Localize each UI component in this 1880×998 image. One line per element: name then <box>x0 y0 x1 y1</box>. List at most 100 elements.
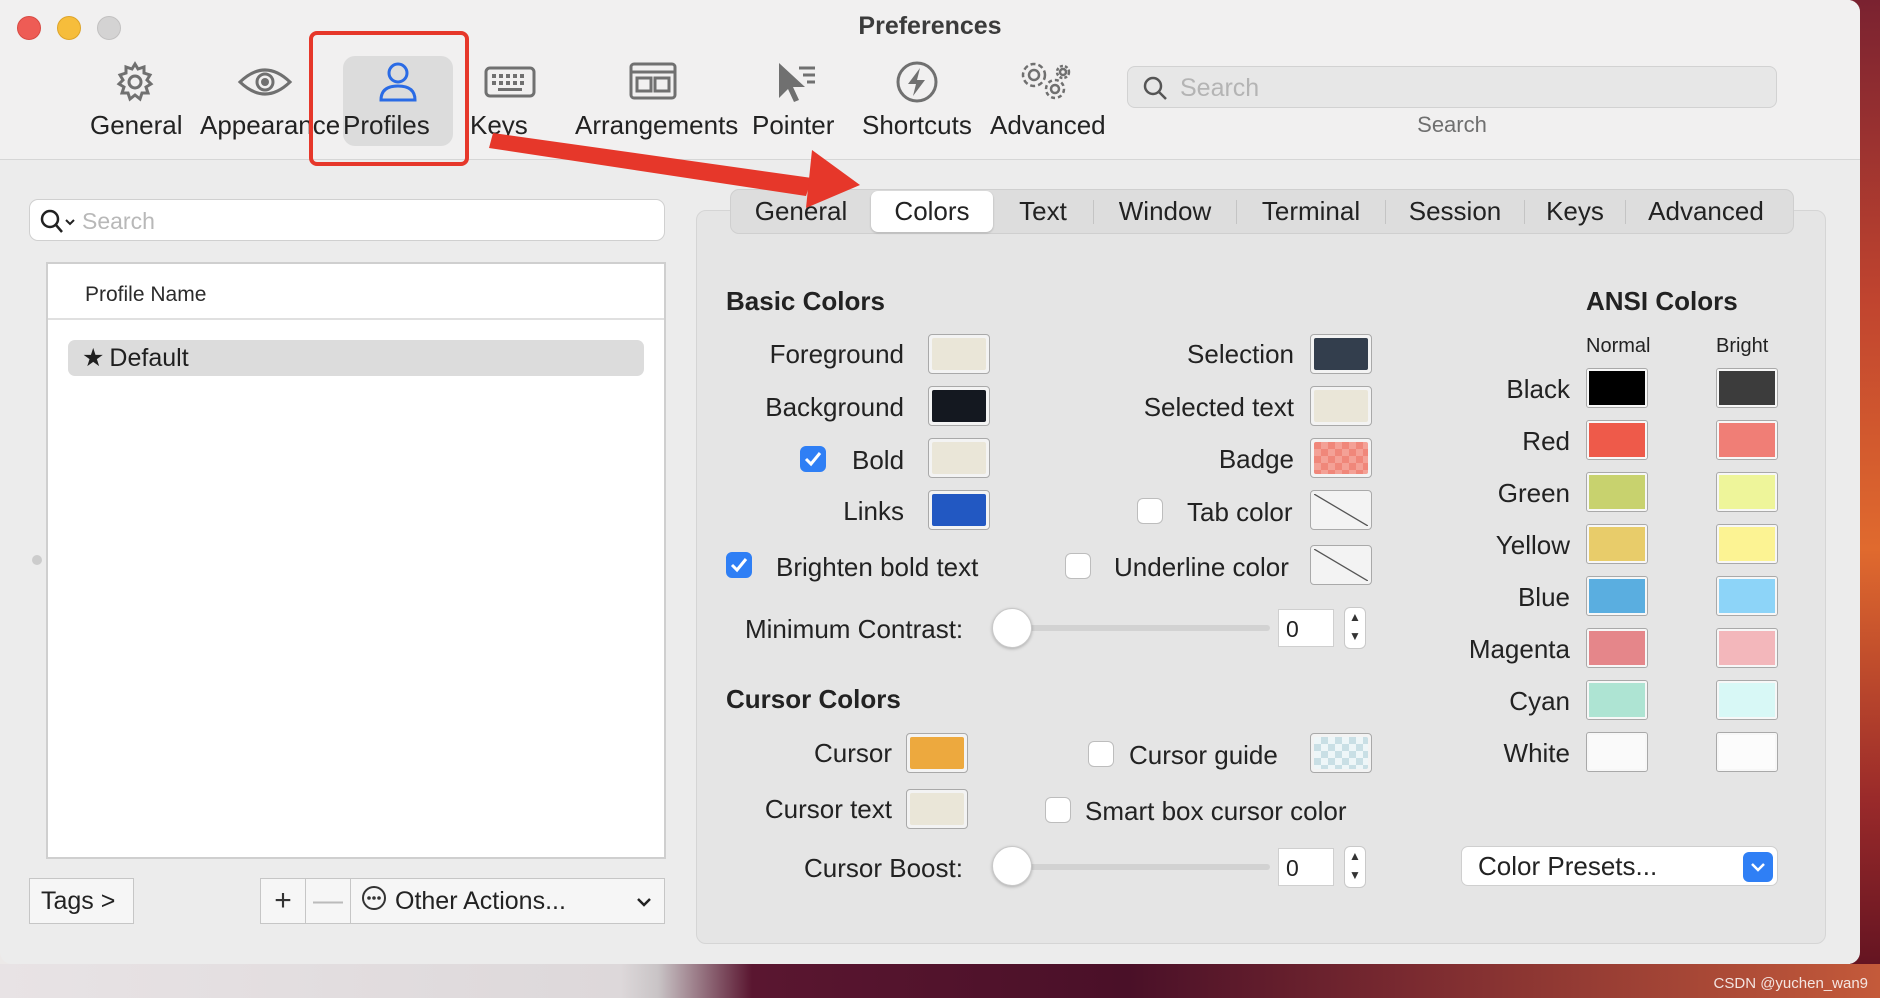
tab-text[interactable]: Text <box>993 191 1093 232</box>
checkmark-icon <box>804 452 822 467</box>
toolbar-label: Pointer <box>752 110 835 140</box>
links-label: Links <box>843 496 904 526</box>
ansi-magenta-label: Magenta <box>1468 634 1570 664</box>
ansi-red-label: Red <box>1522 426 1570 456</box>
profile-row-default[interactable]: ★ Default <box>68 340 644 376</box>
links-color-well[interactable] <box>928 490 990 530</box>
chevron-down-icon <box>636 890 652 913</box>
tags-button[interactable]: Tags > <box>29 878 134 924</box>
gear-icon <box>90 56 180 108</box>
other-actions-button[interactable]: Other Actions... <box>351 879 664 923</box>
cursor-boost-label: Cursor Boost: <box>804 853 963 883</box>
ansi-blue-normal-well[interactable] <box>1586 576 1648 616</box>
toolbar-label: Keys <box>470 110 528 140</box>
tab-color-checkbox[interactable] <box>1137 498 1163 524</box>
color-presets-label: Color Presets... <box>1478 851 1658 881</box>
add-profile-button[interactable]: + <box>261 879 306 923</box>
toolbar: Preferences General Appearance Profiles … <box>0 0 1860 160</box>
tab-advanced[interactable]: Advanced <box>1626 191 1786 232</box>
ansi-blue-label: Blue <box>1517 582 1570 612</box>
tab-window[interactable]: Window <box>1094 191 1236 232</box>
ansi-yellow-normal-well[interactable] <box>1586 524 1648 564</box>
toolbar-arrangements[interactable]: Arrangements <box>575 56 738 146</box>
selected-text-color-well[interactable] <box>1310 386 1372 426</box>
brighten-bold-label: Brighten bold text <box>776 552 979 582</box>
bold-color-well[interactable] <box>928 438 990 478</box>
ansi-bright-header: Bright <box>1716 335 1769 357</box>
ansi-red-normal-well[interactable] <box>1586 420 1648 460</box>
toolbar-search-field[interactable] <box>1127 66 1777 108</box>
watermark: CSDN @yuchen_wan9 <box>1713 975 1868 992</box>
tab-color-well[interactable] <box>1310 490 1372 530</box>
ansi-blue-bright-well[interactable] <box>1716 576 1778 616</box>
smart-box-cursor-label: Smart box cursor color <box>1085 796 1347 826</box>
toolbar-label: Arrangements <box>575 110 739 140</box>
ansi-green-bright-well[interactable] <box>1716 472 1778 512</box>
toolbar-shortcuts[interactable]: Shortcuts <box>862 56 972 146</box>
minimum-contrast-track[interactable] <box>1010 625 1270 631</box>
cursor-text-label: Cursor text <box>764 794 892 824</box>
split-view-handle[interactable] <box>32 555 42 565</box>
underline-color-label: Underline color <box>1114 552 1289 582</box>
minimum-contrast-field[interactable]: 0 <box>1278 609 1334 647</box>
windows-icon <box>575 56 730 108</box>
tab-general[interactable]: General <box>731 191 871 232</box>
minimum-contrast-stepper[interactable]: ▲ ▼ <box>1344 607 1366 649</box>
cursor-boost-field[interactable]: 0 <box>1278 848 1334 886</box>
ansi-cyan-bright-well[interactable] <box>1716 680 1778 720</box>
toolbar-keys[interactable]: Keys <box>470 56 550 146</box>
toolbar-advanced[interactable]: Advanced <box>990 56 1106 146</box>
remove-profile-button[interactable]: — <box>306 879 351 923</box>
bold-checkbox[interactable] <box>800 446 826 472</box>
underline-color-well[interactable] <box>1310 545 1372 585</box>
ansi-yellow-bright-well[interactable] <box>1716 524 1778 564</box>
cursor-boost-track[interactable] <box>1010 864 1270 870</box>
ansi-red-bright-well[interactable] <box>1716 420 1778 460</box>
ansi-white-normal-well[interactable] <box>1586 732 1648 772</box>
cursor-guide-color-well[interactable] <box>1310 733 1372 773</box>
profile-name: Default <box>109 344 189 372</box>
ansi-green-normal-well[interactable] <box>1586 472 1648 512</box>
smart-box-cursor-checkbox[interactable] <box>1045 797 1071 823</box>
toolbar-pointer[interactable]: Pointer <box>752 56 840 146</box>
cursor-boost-slider[interactable] <box>992 846 1032 886</box>
ansi-magenta-normal-well[interactable] <box>1586 628 1648 668</box>
ansi-cyan-normal-well[interactable] <box>1586 680 1648 720</box>
underline-color-checkbox[interactable] <box>1065 553 1091 579</box>
no-color-icon <box>1313 493 1369 527</box>
tab-keys[interactable]: Keys <box>1525 191 1625 232</box>
cursor-boost-stepper[interactable]: ▲ ▼ <box>1344 846 1366 888</box>
ansi-white-bright-well[interactable] <box>1716 732 1778 772</box>
ansi-magenta-bright-well[interactable] <box>1716 628 1778 668</box>
cursor-guide-checkbox[interactable] <box>1088 741 1114 767</box>
profile-name-header[interactable]: Profile Name <box>48 264 664 320</box>
brighten-bold-checkbox[interactable] <box>726 552 752 578</box>
checkmark-icon <box>730 558 748 573</box>
foreground-color-well[interactable] <box>928 334 990 374</box>
tab-session[interactable]: Session <box>1386 191 1524 232</box>
profile-search-field[interactable] <box>29 199 665 241</box>
selected-text-label: Selected text <box>1143 392 1294 422</box>
ansi-black-normal-well[interactable] <box>1586 368 1648 408</box>
background-color-well[interactable] <box>928 386 990 426</box>
cursor-icon <box>752 56 840 108</box>
profile-search-input[interactable] <box>82 206 642 236</box>
search-caption: Search <box>1417 112 1487 137</box>
toolbar-search-input[interactable] <box>1180 73 1760 103</box>
toolbar-general[interactable]: General <box>90 56 183 146</box>
profile-list: Profile Name ★ Default <box>46 262 666 859</box>
color-presets-dropdown[interactable]: Color Presets... <box>1461 846 1778 886</box>
tab-colors[interactable]: Colors <box>871 191 993 232</box>
ansi-green-label: Green <box>1497 478 1570 508</box>
minimum-contrast-slider[interactable] <box>992 608 1032 648</box>
selection-label: Selection <box>1187 339 1294 369</box>
badge-color-well[interactable] <box>1310 438 1372 478</box>
cursor-text-color-well[interactable] <box>906 789 968 829</box>
tab-color-label: Tab color <box>1187 497 1293 527</box>
cursor-guide-label: Cursor guide <box>1129 740 1278 770</box>
selection-color-well[interactable] <box>1310 334 1372 374</box>
ansi-black-bright-well[interactable] <box>1716 368 1778 408</box>
cursor-color-well[interactable] <box>906 733 968 773</box>
tab-terminal[interactable]: Terminal <box>1237 191 1385 232</box>
cursor-colors-heading: Cursor Colors <box>726 684 901 714</box>
